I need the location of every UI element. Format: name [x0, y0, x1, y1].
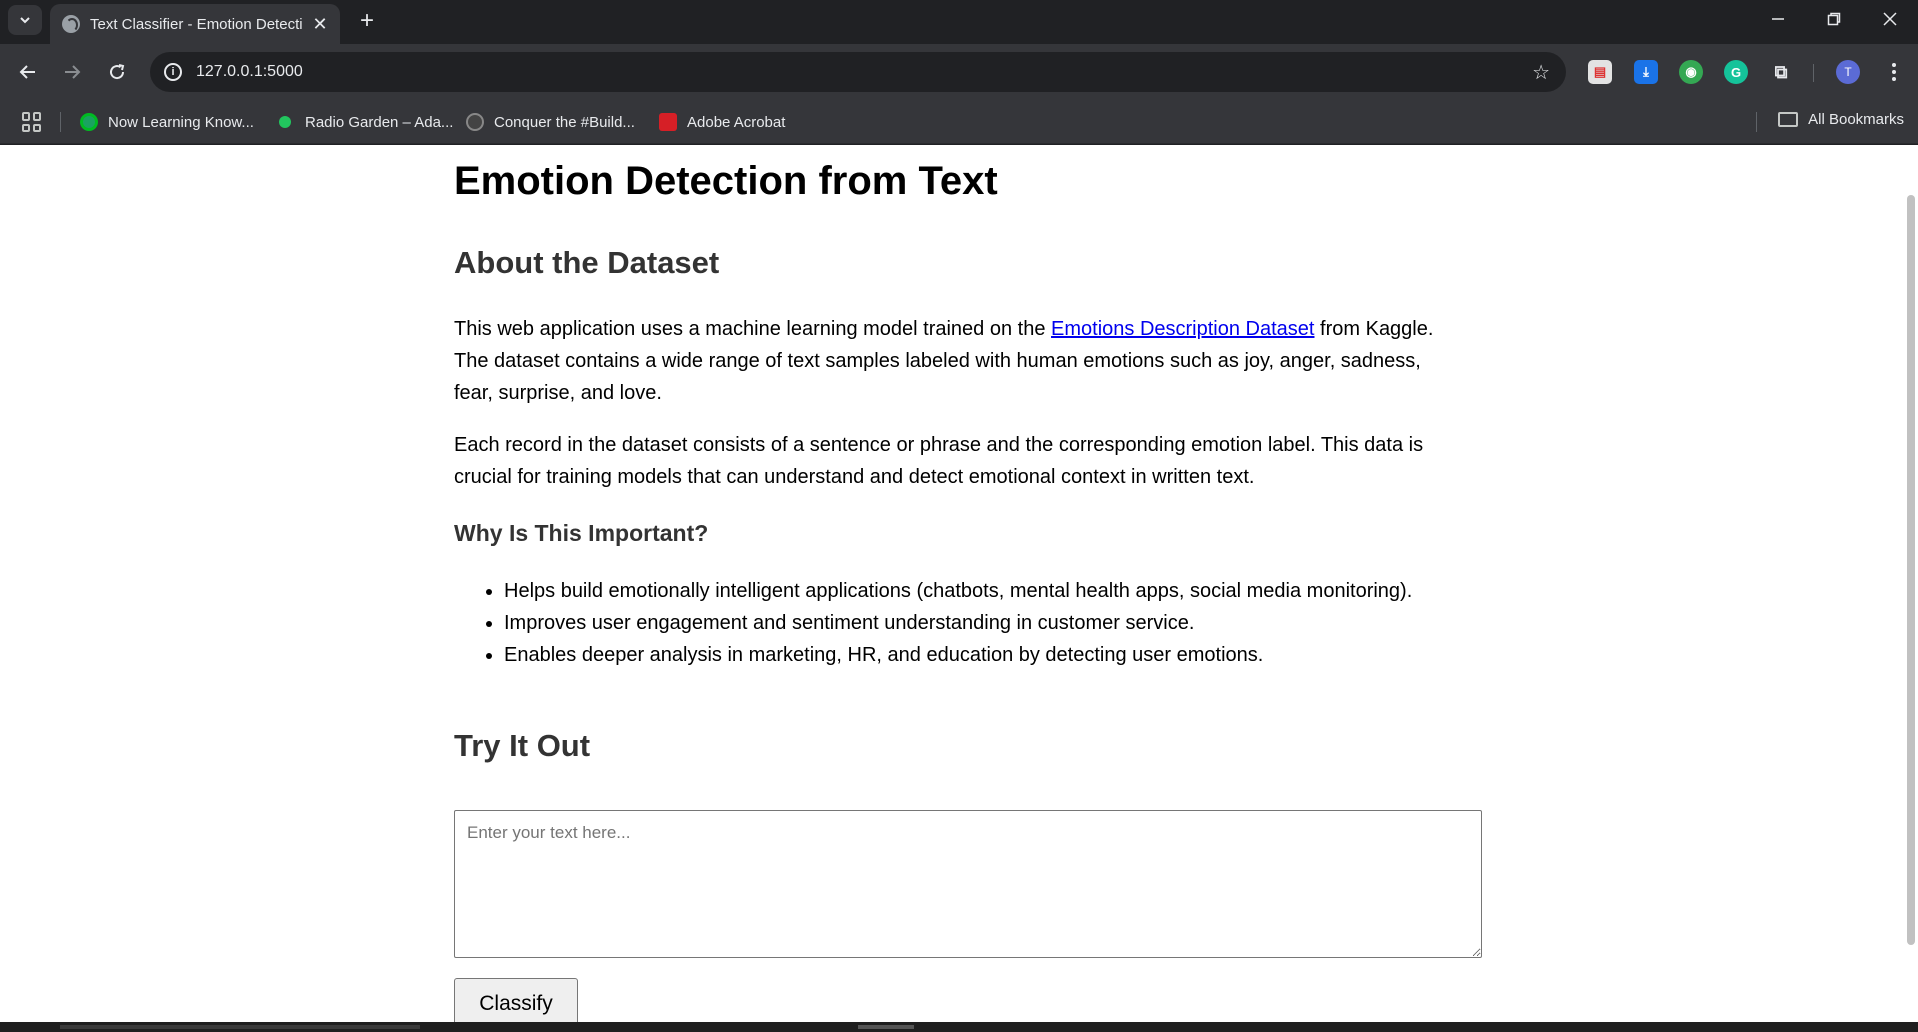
restore-icon: [1827, 12, 1841, 26]
page-title: Emotion Detection from Text: [454, 159, 998, 203]
extension-download-icon[interactable]: ⤓: [1634, 60, 1658, 84]
para1-text-before: This web application uses a machine lear…: [454, 318, 1052, 340]
site-info-icon[interactable]: i: [164, 63, 182, 81]
reload-button[interactable]: [101, 56, 133, 88]
minimize-button[interactable]: [1750, 0, 1806, 38]
list-item: Improves user engagement and sentiment u…: [504, 607, 1484, 639]
folder-icon: [1778, 112, 1799, 127]
tab-search-button[interactable]: [8, 5, 42, 35]
bookmarks-bar: Now Learning Know... Radio Garden – Ada.…: [0, 100, 1918, 144]
forward-button[interactable]: [56, 56, 88, 88]
bookmark-star-icon[interactable]: ☆: [1532, 60, 1550, 85]
minimize-icon: [1772, 18, 1784, 20]
arrow-right-icon: [65, 65, 81, 79]
toolbar-divider: [1813, 64, 1814, 82]
browser-menu-button[interactable]: [1878, 56, 1910, 88]
new-tab-button[interactable]: +: [352, 6, 382, 36]
close-window-button[interactable]: [1862, 0, 1918, 38]
restore-button[interactable]: [1806, 0, 1862, 38]
bookmark-label: Conquer the #Build...: [494, 113, 635, 131]
address-bar[interactable]: i 127.0.0.1:5000 ☆: [150, 52, 1566, 92]
reload-icon: [110, 64, 125, 80]
dataset-record-description: Each record in the dataset consists of a…: [454, 434, 1424, 488]
why-heading: Why Is This Important?: [454, 520, 709, 546]
apps-grid-icon[interactable]: [22, 112, 42, 132]
bookmark-label: Radio Garden – Ada...: [305, 113, 454, 131]
all-bookmarks-label: All Bookmarks: [1808, 111, 1904, 128]
bookmark-label: Adobe Acrobat: [687, 113, 786, 131]
tab-title: Text Classifier - Emotion Detection: [90, 15, 302, 33]
kebab-menu-icon: [1892, 63, 1896, 81]
text-input[interactable]: [454, 810, 1482, 958]
url-text[interactable]: 127.0.0.1:5000: [196, 63, 303, 81]
classify-button[interactable]: Classify: [454, 978, 578, 1022]
dataset-description: This web application uses a machine lear…: [454, 313, 1464, 409]
page-scrollbar[interactable]: [1904, 145, 1918, 1022]
close-icon: [1883, 12, 1897, 26]
importance-list: Helps build emotionally intelligent appl…: [504, 575, 1484, 671]
adobe-acrobat-icon: [659, 113, 677, 131]
now-learning-icon: [80, 113, 98, 131]
extension-cast-icon[interactable]: ▤: [1588, 60, 1612, 84]
tab-strip: Text Classifier - Emotion Detection ✕ +: [0, 0, 1918, 44]
back-button[interactable]: [12, 56, 44, 88]
taskbar-item: [60, 1025, 420, 1029]
profile-avatar[interactable]: T: [1836, 60, 1860, 84]
bookmarks-divider: [60, 112, 61, 132]
taskbar-edge: [0, 1022, 1918, 1032]
close-tab-icon[interactable]: ✕: [310, 14, 330, 35]
extensions-puzzle-icon[interactable]: ⧉: [1769, 60, 1793, 84]
bookmark-now-learning[interactable]: Now Learning Know...: [80, 111, 254, 133]
list-item: Enables deeper analysis in marketing, HR…: [504, 639, 1484, 671]
bookmark-label: Now Learning Know...: [108, 113, 254, 131]
extension-robot-icon[interactable]: ◉: [1679, 60, 1703, 84]
taskbar-item: [858, 1025, 914, 1029]
globe-icon: [62, 15, 80, 33]
conquer-icon: [466, 113, 484, 131]
scrollbar-thumb[interactable]: [1907, 195, 1915, 945]
browser-toolbar: i 127.0.0.1:5000 ☆ ▤ ⤓ ◉ G ⧉ T: [0, 44, 1918, 100]
list-item: Helps build emotionally intelligent appl…: [504, 575, 1484, 607]
try-heading: Try It Out: [454, 728, 591, 763]
about-heading: About the Dataset: [454, 245, 720, 280]
page-viewport: Emotion Detection from Text About the Da…: [0, 145, 1918, 1022]
bookmarks-divider: [1756, 112, 1757, 132]
all-bookmarks-button[interactable]: All Bookmarks: [1778, 111, 1904, 128]
dataset-link[interactable]: Emotions Description Dataset: [1051, 318, 1314, 340]
bookmark-adobe-acrobat[interactable]: Adobe Acrobat: [659, 111, 785, 133]
bookmark-radio-garden[interactable]: Radio Garden – Ada...: [276, 111, 453, 133]
bookmark-conquer[interactable]: Conquer the #Build...: [466, 111, 635, 133]
radio-garden-icon: [279, 116, 291, 128]
grammarly-icon[interactable]: G: [1724, 60, 1748, 84]
arrow-left-icon: [19, 65, 35, 79]
active-tab[interactable]: Text Classifier - Emotion Detection ✕: [50, 4, 340, 44]
chevron-down-icon: [20, 17, 30, 24]
